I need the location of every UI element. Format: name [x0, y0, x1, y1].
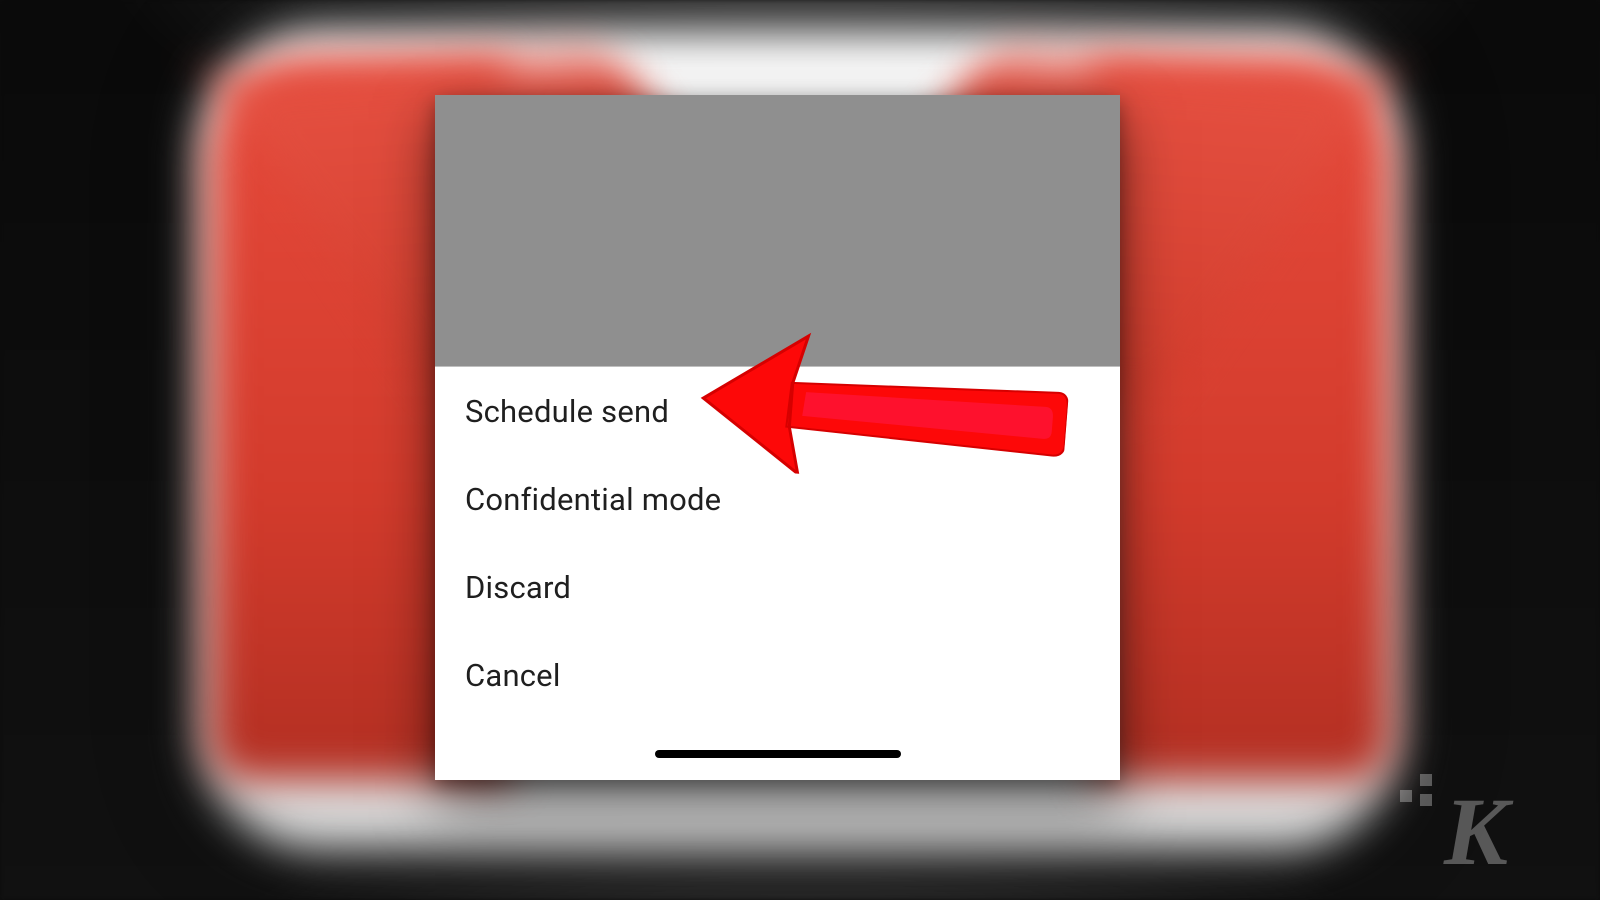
menu-item-discard[interactable]: Discard: [465, 543, 1090, 631]
modal-scrim: [435, 95, 1120, 367]
menu-item-confidential-mode[interactable]: Confidential mode: [465, 455, 1090, 543]
action-sheet: Schedule send Confidential mode Discard …: [435, 367, 1120, 780]
menu-item-label: Discard: [465, 569, 571, 606]
menu-item-cancel[interactable]: Cancel: [465, 631, 1090, 719]
menu-item-label: Schedule send: [465, 393, 669, 430]
menu-item-label: Confidential mode: [465, 481, 721, 518]
stage: Schedule send Confidential mode Discard …: [0, 0, 1600, 900]
home-indicator: [655, 750, 901, 758]
menu-item-label: Cancel: [465, 657, 561, 694]
phone-screenshot: Schedule send Confidential mode Discard …: [435, 95, 1120, 780]
menu-item-schedule-send[interactable]: Schedule send: [465, 367, 1090, 455]
